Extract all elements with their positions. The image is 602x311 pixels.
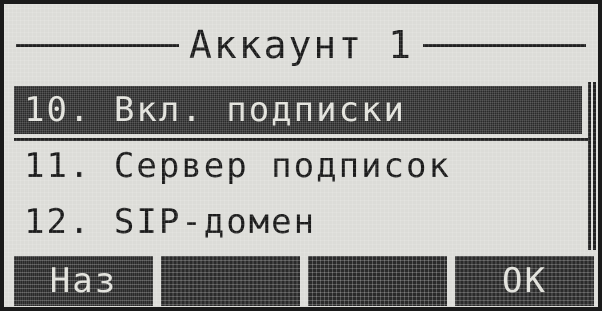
screen-header: Аккаунт 1	[16, 18, 586, 72]
screen-title: Аккаунт 1	[189, 23, 413, 67]
settings-menu-list: 10. Вкл. подписки 11. Сервер подписок 12…	[14, 82, 590, 250]
menu-item-sip-domain[interactable]: 12. SIP-домен	[14, 198, 582, 246]
menu-item-subscription-server[interactable]: 11. Сервер подписок	[14, 142, 582, 190]
back-softkey[interactable]: Наз	[14, 256, 153, 306]
phone-lcd-screen: Аккаунт 1 10. Вкл. подписки 11. Сервер п…	[0, 0, 602, 311]
header-divider-left	[16, 43, 180, 47]
softkey-bar: Наз OK	[14, 256, 594, 306]
softkey-3[interactable]	[308, 256, 447, 306]
header-divider-right	[422, 43, 586, 47]
ok-softkey[interactable]: OK	[455, 256, 594, 306]
menu-item-subscriptions[interactable]: 10. Вкл. подписки	[14, 86, 582, 134]
menu-divider	[14, 138, 590, 141]
softkey-2[interactable]	[161, 256, 300, 306]
menu-scrollbar[interactable]	[588, 82, 596, 250]
